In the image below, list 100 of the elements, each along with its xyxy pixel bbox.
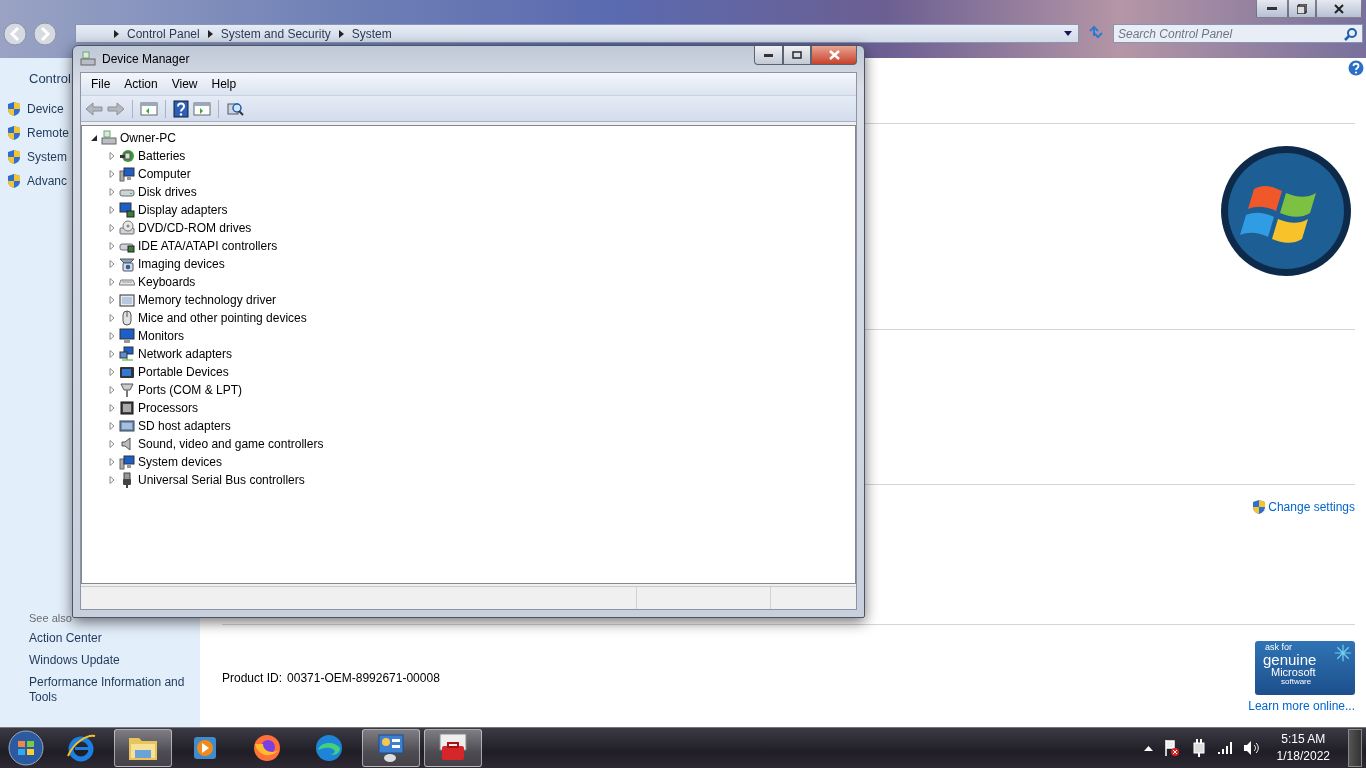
- tree-item[interactable]: Keyboards: [138, 275, 196, 289]
- tree-item[interactable]: IDE ATA/ATAPI controllers: [138, 239, 278, 253]
- power-plug-icon[interactable]: [1190, 739, 1207, 757]
- sidebar-link[interactable]: Device: [27, 102, 64, 116]
- shield-icon: [7, 173, 21, 189]
- expand-arrow-icon[interactable]: [108, 350, 116, 358]
- expand-arrow-icon[interactable]: [108, 440, 116, 448]
- fox-globe-icon[interactable]: [251, 732, 283, 764]
- expand-arrow-icon[interactable]: [108, 404, 116, 412]
- signal-bars-icon[interactable]: [1216, 741, 1233, 755]
- tree-item[interactable]: Batteries: [138, 149, 186, 163]
- tree-item[interactable]: DVD/CD-ROM drives: [138, 221, 252, 235]
- tree-item[interactable]: Sound, video and game controllers: [138, 437, 324, 451]
- restore-button[interactable]: [1288, 0, 1316, 18]
- expand-arrow-icon[interactable]: [108, 422, 116, 430]
- expand-arrow-icon[interactable]: [108, 152, 116, 160]
- menu-item[interactable]: Help: [205, 75, 243, 93]
- sidebar-link[interactable]: System: [27, 150, 67, 164]
- close-button[interactable]: [811, 46, 857, 65]
- tree-item[interactable]: Mice and other pointing devices: [138, 311, 307, 325]
- search-placeholder: Search Control Panel: [1118, 26, 1234, 41]
- clock-time[interactable]: 5:15 AM: [1281, 731, 1326, 748]
- expand-arrow-icon[interactable]: [108, 476, 116, 484]
- expand-arrow-icon[interactable]: [108, 368, 116, 376]
- see-also-link[interactable]: Action Center: [29, 631, 189, 646]
- tree-item[interactable]: Memory technology driver: [138, 293, 277, 307]
- minimize-button[interactable]: [754, 46, 783, 65]
- chip-icon: [119, 400, 135, 416]
- help-icon[interactable]: [1348, 60, 1364, 76]
- wave-globe-icon[interactable]: [313, 732, 345, 764]
- see-also-link[interactable]: Windows Update: [29, 653, 189, 668]
- expand-arrow-icon[interactable]: [108, 260, 116, 268]
- menu-item[interactable]: Action: [118, 75, 164, 93]
- back-button[interactable]: [3, 22, 27, 46]
- tree-item[interactable]: Imaging devices: [138, 257, 225, 271]
- tree-item[interactable]: Universal Serial Bus controllers: [138, 473, 305, 487]
- taskbar-button[interactable]: [114, 729, 172, 767]
- tree-item[interactable]: Disk drives: [138, 185, 197, 199]
- address-bar[interactable]: Control Panel System and Security System: [75, 24, 1079, 43]
- sidebar-link[interactable]: Advanc: [27, 174, 68, 188]
- close-icon: [1334, 3, 1344, 14]
- scan-icon[interactable]: [226, 100, 244, 117]
- speaker-icon[interactable]: [1242, 740, 1261, 756]
- sidebar-title[interactable]: Control: [29, 71, 71, 86]
- taskbar-button[interactable]: [424, 729, 482, 767]
- caret-up-icon[interactable]: [1143, 745, 1153, 751]
- breadcrumb-item[interactable]: Control Panel: [127, 26, 200, 41]
- start-orb-icon[interactable]: [6, 729, 46, 767]
- tree-item[interactable]: Portable Devices: [138, 365, 229, 379]
- search-field[interactable]: Search Control Panel: [1113, 24, 1363, 43]
- taskbar-button[interactable]: [362, 729, 420, 767]
- flag-icon[interactable]: [1162, 739, 1181, 757]
- browser-e-icon[interactable]: [65, 732, 97, 764]
- close-button[interactable]: [1316, 0, 1362, 18]
- help-icon[interactable]: [173, 99, 189, 118]
- tree-item[interactable]: Processors: [138, 401, 199, 415]
- breadcrumb-item[interactable]: System and Security: [220, 26, 331, 41]
- sidebar-link[interactable]: Remote: [27, 126, 70, 140]
- tree-item[interactable]: SD host adapters: [138, 419, 231, 433]
- show-desktop-button[interactable]: [1348, 729, 1362, 767]
- expand-arrow-icon[interactable]: [108, 188, 116, 196]
- expand-arrow-icon[interactable]: [108, 206, 116, 214]
- tree-item[interactable]: Display adapters: [138, 203, 228, 217]
- tree-item[interactable]: Owner-PC: [120, 131, 176, 145]
- clock-date[interactable]: 1/18/2022: [1276, 748, 1330, 765]
- maximize-button[interactable]: [783, 46, 811, 65]
- expand-arrow-icon[interactable]: [108, 224, 116, 232]
- see-also-link[interactable]: Performance Information and Tools: [29, 675, 189, 705]
- maximize-icon: [792, 51, 802, 59]
- expand-arrow-icon[interactable]: [108, 242, 116, 250]
- minimize-icon: [1267, 6, 1277, 11]
- minimize-button[interactable]: [1256, 0, 1288, 18]
- network-icon: [119, 346, 135, 362]
- dropdown-arrow-icon[interactable]: [1064, 31, 1072, 36]
- expand-arrow-icon[interactable]: [108, 332, 116, 340]
- tree-item[interactable]: System devices: [138, 455, 223, 469]
- computer-icon: [101, 130, 117, 146]
- expand-arrow-icon[interactable]: [108, 296, 116, 304]
- change-settings-link[interactable]: Change settings: [1268, 500, 1355, 514]
- expand-arrow-icon[interactable]: [108, 458, 116, 466]
- tree-item[interactable]: Ports (COM & LPT): [138, 383, 242, 397]
- tree-item[interactable]: Monitors: [138, 329, 184, 343]
- genuine-badge[interactable]: ask for genuine Microsoft software: [1255, 641, 1355, 695]
- expand-arrow-icon[interactable]: [108, 314, 116, 322]
- expand-arrow-icon[interactable]: [108, 170, 116, 178]
- shield-icon: [7, 149, 21, 165]
- expand-arrow-icon[interactable]: [108, 278, 116, 286]
- badge-text: genuine: [1263, 652, 1317, 667]
- learn-more-link[interactable]: Learn more online...: [1248, 699, 1355, 713]
- forward-button[interactable]: [33, 22, 57, 46]
- search-icon: [1344, 26, 1358, 41]
- tree-item[interactable]: Network adapters: [138, 347, 233, 361]
- menu-item[interactable]: File: [85, 75, 117, 93]
- product-id-value: 00371-OEM-8992671-00008: [287, 671, 440, 687]
- collapse-arrow-icon[interactable]: [90, 134, 98, 142]
- breadcrumb-item[interactable]: System: [351, 26, 392, 41]
- pane-icon[interactable]: [140, 100, 158, 117]
- menu-item[interactable]: View: [165, 75, 204, 93]
- tree-item[interactable]: Computer: [138, 167, 191, 181]
- expand-arrow-icon[interactable]: [108, 386, 116, 394]
